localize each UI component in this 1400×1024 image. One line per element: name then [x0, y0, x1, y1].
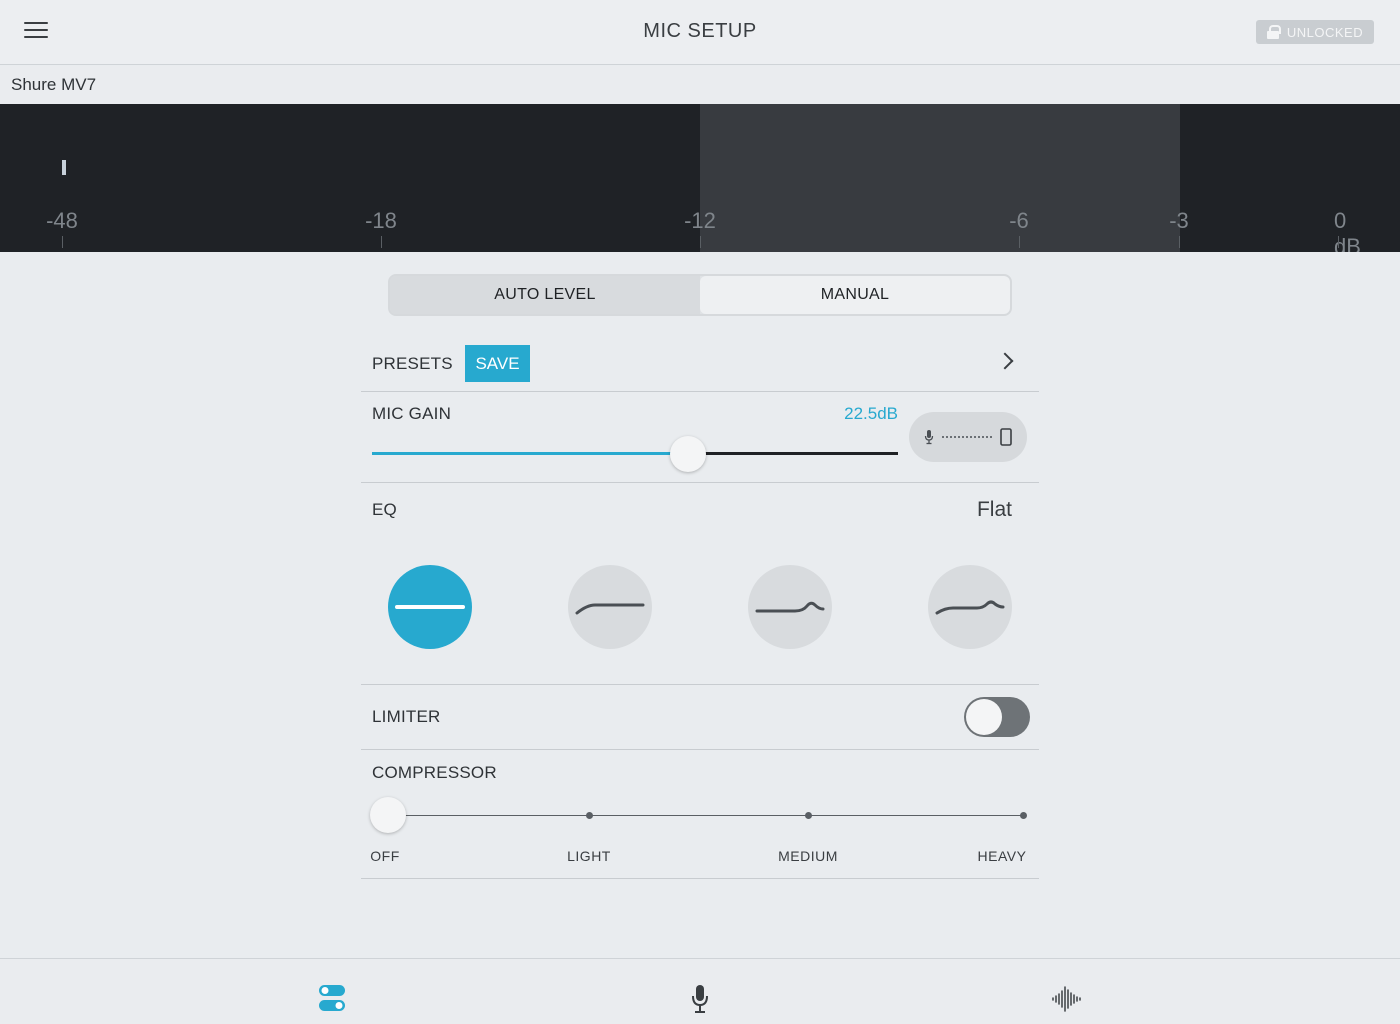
divider	[361, 684, 1039, 685]
limiter-toggle-knob	[966, 699, 1002, 735]
meter-level-indicator	[62, 160, 66, 175]
mic-gain-slider-thumb[interactable]	[669, 436, 706, 472]
small-microphone-icon	[924, 430, 934, 445]
compressor-step-dot	[1020, 812, 1027, 819]
limiter-label: LIMITER	[372, 707, 441, 726]
mic-gain-slider-track[interactable]	[372, 452, 898, 455]
phone-icon	[1000, 428, 1012, 446]
meter-tick-label: -48	[46, 208, 78, 233]
eq-bass-cut-presence-boost-button[interactable]	[928, 565, 1012, 649]
mic-gain-value: 22.5dB	[844, 404, 898, 423]
presets-label: PRESETS	[372, 354, 453, 373]
compressor-step-dot	[805, 812, 812, 819]
microphone-icon	[692, 985, 708, 1013]
meter-tick-label: -12	[684, 208, 716, 233]
unlocked-label: UNLOCKED	[1286, 24, 1364, 40]
lock-icon	[1266, 25, 1281, 39]
mic-gain-slider-fill	[372, 452, 688, 455]
divider	[361, 391, 1039, 392]
level-meter: -48 -18 -12 -6 -3 0 dB	[0, 104, 1400, 252]
limiter-toggle[interactable]	[964, 697, 1030, 737]
meter-tick-label: -18	[365, 208, 397, 233]
meter-tick-mark	[1338, 236, 1339, 248]
meter-target-zone	[700, 104, 1180, 252]
divider	[361, 482, 1039, 483]
meter-tick-mark	[1179, 236, 1180, 248]
compressor-label: COMPRESSOR	[372, 763, 497, 782]
device-name-bar: Shure MV7	[0, 66, 1400, 104]
eq-selected-value: Flat	[976, 498, 1012, 521]
eq-flat-button[interactable]	[388, 565, 472, 649]
mode-segmented-control: AUTO LEVEL MANUAL	[388, 274, 1012, 316]
presence-boost-eq-icon	[755, 601, 825, 613]
settings-toggles-icon	[319, 985, 345, 1011]
mic-distance-button[interactable]	[909, 412, 1027, 462]
compressor-step-dot	[586, 812, 593, 819]
mic-gain-label: MIC GAIN	[372, 404, 452, 423]
manual-tab[interactable]: MANUAL	[700, 276, 1010, 314]
meter-tick-mark	[62, 236, 63, 248]
compressor-slider-track[interactable]	[388, 815, 1024, 816]
tab-settings[interactable]	[316, 983, 348, 1015]
eq-bass-cut-button[interactable]	[568, 565, 652, 649]
eq-presence-boost-button[interactable]	[748, 565, 832, 649]
divider	[361, 749, 1039, 750]
top-bar: MIC SETUP UNLOCKED	[0, 0, 1400, 65]
meter-tick-label: 0 dB	[1334, 208, 1361, 252]
bass-cut-presence-boost-eq-icon	[935, 600, 1005, 615]
meter-tick-mark	[1019, 236, 1020, 248]
save-preset-button[interactable]: SAVE	[465, 345, 530, 382]
compressor-option-off[interactable]: OFF	[370, 848, 400, 864]
tab-waveform[interactable]	[1051, 983, 1083, 1015]
compressor-option-light[interactable]: LIGHT	[567, 848, 611, 864]
meter-tick-mark	[700, 236, 701, 248]
unlocked-badge[interactable]: UNLOCKED	[1256, 20, 1374, 44]
meter-tick-label: -3	[1169, 208, 1189, 233]
meter-tick-mark	[381, 236, 382, 248]
device-name: Shure MV7	[11, 75, 97, 94]
compressor-option-medium[interactable]: MEDIUM	[778, 848, 838, 864]
meter-tick-label: -6	[1009, 208, 1029, 233]
chevron-right-icon[interactable]	[996, 352, 1014, 370]
compressor-option-heavy[interactable]: HEAVY	[978, 848, 1027, 864]
auto-level-tab[interactable]: AUTO LEVEL	[390, 276, 700, 314]
compressor-slider-thumb[interactable]	[370, 797, 406, 833]
waveform-icon	[1052, 986, 1081, 1012]
page-title: MIC SETUP	[643, 20, 757, 42]
divider	[361, 878, 1039, 879]
flat-eq-icon	[395, 605, 465, 609]
bass-cut-eq-icon	[575, 603, 645, 615]
tab-microphone[interactable]	[684, 983, 716, 1015]
distance-dots	[942, 436, 992, 438]
eq-label: EQ	[372, 500, 397, 519]
